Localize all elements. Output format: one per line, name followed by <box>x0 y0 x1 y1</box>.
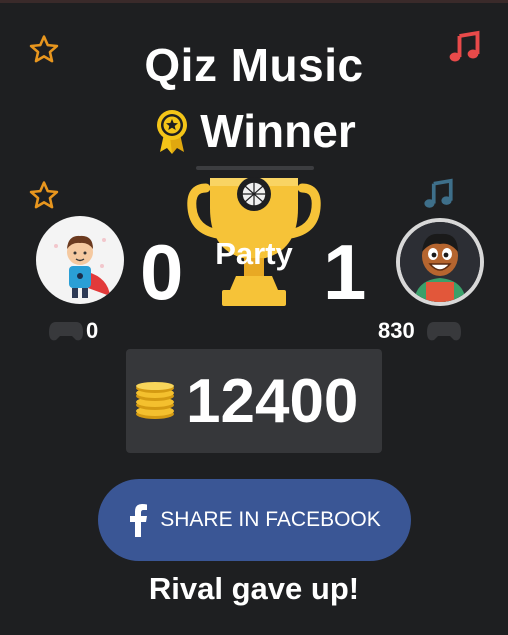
result-banner: Winner <box>0 104 508 158</box>
superhero-avatar-image <box>54 235 110 298</box>
category-label: Party <box>215 236 293 271</box>
medal-icon <box>157 110 188 154</box>
status-message: Rival gave up! <box>148 571 360 606</box>
gamepad-icon <box>427 322 461 341</box>
facebook-icon <box>130 504 148 537</box>
gamepad-icon <box>49 322 83 341</box>
result-label: Winner <box>200 105 356 157</box>
top-strip <box>0 0 508 3</box>
rival-score: 1 <box>323 228 367 316</box>
player-games-count: 0 <box>86 318 99 343</box>
coin-reward-value: 12400 <box>186 367 359 436</box>
coins-icon <box>136 382 174 419</box>
star-icon <box>29 181 59 209</box>
cartoon-avatar-image <box>400 222 480 302</box>
share-button-label: SHARE IN FACEBOOK <box>160 508 381 531</box>
app-title: Qiz Music <box>144 39 364 91</box>
share-facebook-button[interactable]: SHARE IN FACEBOOK <box>98 479 411 561</box>
player-score: 0 <box>140 228 184 316</box>
rival-avatar <box>396 218 484 306</box>
player-avatar <box>36 216 124 304</box>
rival-games-count: 830 <box>378 318 415 343</box>
music-note-icon <box>424 178 453 208</box>
